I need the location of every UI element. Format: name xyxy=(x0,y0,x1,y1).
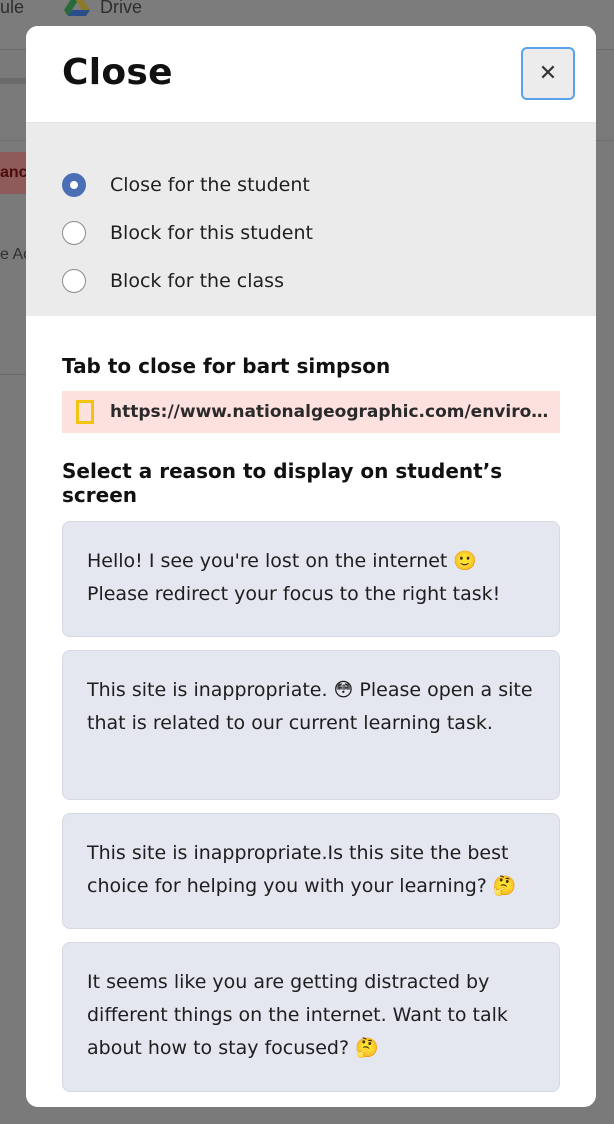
tab-url-text: https://www.nationalgeographic.com/envir… xyxy=(110,402,550,422)
option-label: Close for the student xyxy=(110,174,310,196)
radio-button[interactable] xyxy=(62,221,86,245)
tab-url-item: https://www.nationalgeographic.com/envir… xyxy=(62,391,560,433)
reason-heading: Select a reason to display on student’s … xyxy=(62,459,503,507)
reason-option[interactable]: This site is inappropriate. 😳 Please ope… xyxy=(62,650,560,800)
reason-list: Hello! I see you're lost on the internet… xyxy=(62,521,560,1092)
dialog-title: Close xyxy=(62,52,173,93)
background-bookmark-drive: Drive xyxy=(100,0,143,17)
dialog-body: Tab to close for bart simpson https://ww… xyxy=(26,316,596,1092)
tab-to-close-heading: Tab to close for bart simpson xyxy=(62,354,391,378)
radio-button-selected[interactable] xyxy=(62,173,86,197)
dialog-header: Close ✕ xyxy=(26,26,596,123)
reason-option[interactable]: It seems like you are getting distracted… xyxy=(62,942,560,1092)
background-bookmark-fragment: ule xyxy=(0,0,25,17)
option-label: Block for this student xyxy=(110,222,313,244)
option-close-for-student[interactable]: Close for the student xyxy=(26,161,596,209)
option-label: Block for the class xyxy=(110,270,284,292)
close-button[interactable]: ✕ xyxy=(521,47,575,100)
option-block-for-student[interactable]: Block for this student xyxy=(26,209,596,257)
close-tab-dialog: Close ✕ Close for the student Block for … xyxy=(26,26,596,1107)
option-block-for-class[interactable]: Block for the class xyxy=(26,257,596,305)
reason-option[interactable]: This site is inappropriate.Is this site … xyxy=(62,813,560,929)
reason-option[interactable]: Hello! I see you're lost on the internet… xyxy=(62,521,560,637)
close-options-group: Close for the student Block for this stu… xyxy=(26,123,596,316)
radio-button[interactable] xyxy=(62,269,86,293)
national-geographic-icon xyxy=(76,400,94,424)
close-icon: ✕ xyxy=(538,60,558,86)
drive-icon xyxy=(64,0,90,16)
